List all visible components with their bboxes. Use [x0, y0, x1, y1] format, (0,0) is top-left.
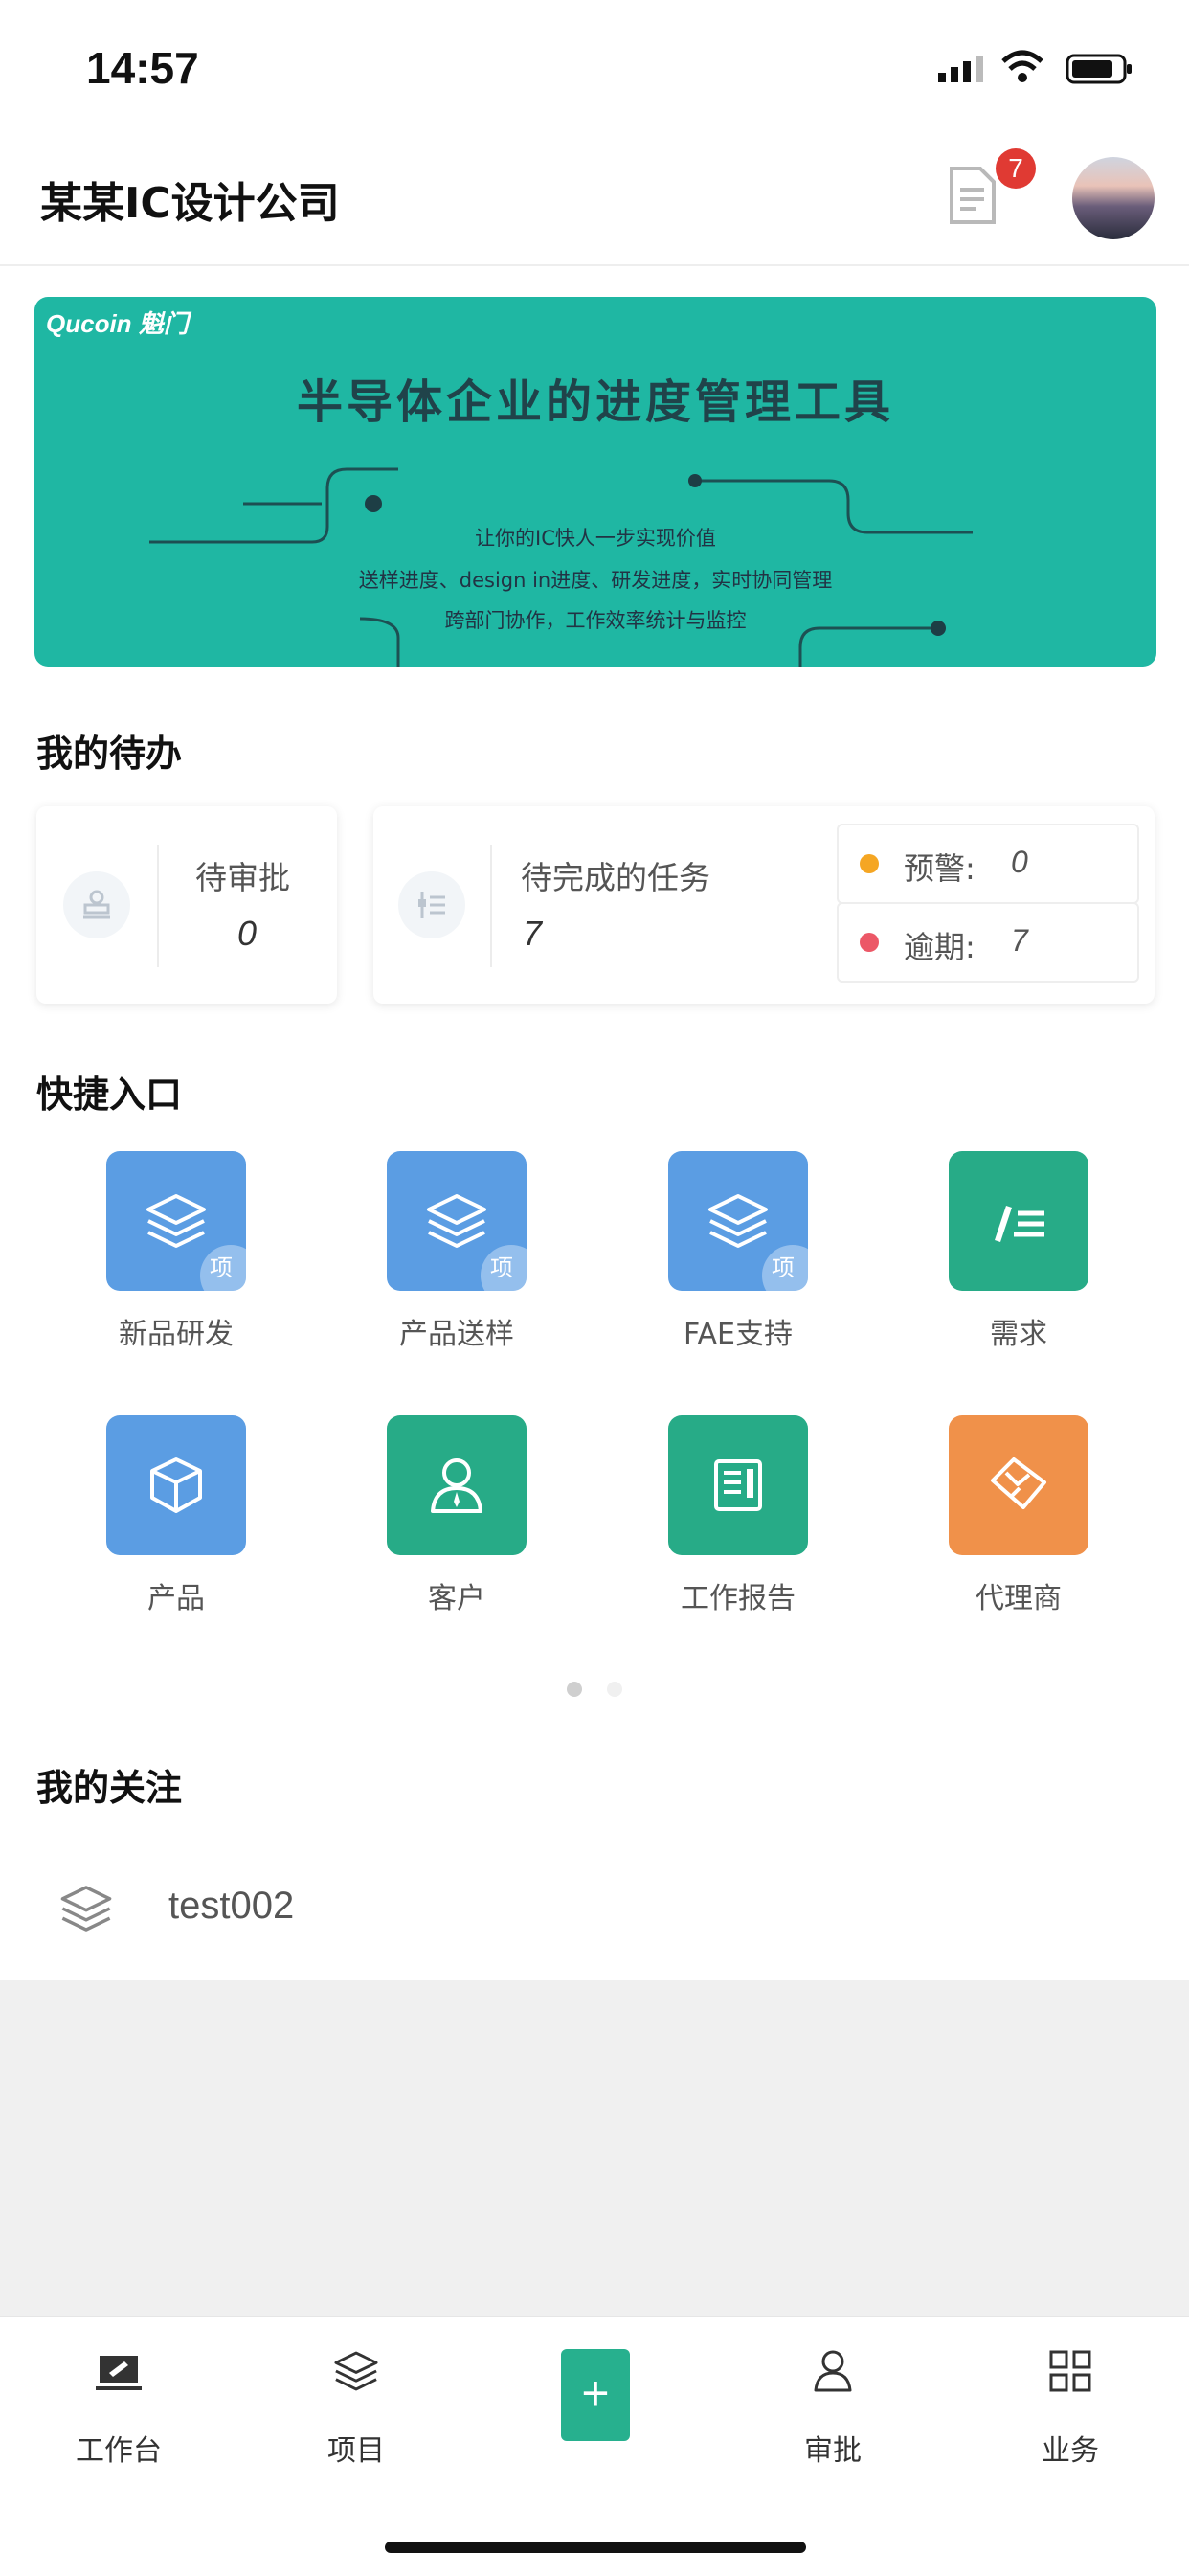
tab-label: 工作台 [76, 2434, 162, 2468]
quick-item-label: 客户 [428, 1582, 485, 1616]
quick-section-title: 快捷入口 [36, 1073, 183, 1116]
document-icon [950, 167, 996, 224]
company-title: 某某IC设计公司 [40, 179, 340, 228]
quick-item-label: 需求 [990, 1318, 1047, 1351]
quick-item-work-report[interactable]: 工作报告 [633, 1415, 843, 1626]
project-tag: 项 [762, 1245, 808, 1291]
edit-list-icon [995, 1206, 1044, 1242]
tasks-label: 待完成的任务 [521, 859, 710, 896]
quick-item-label: FAE支持 [684, 1318, 793, 1351]
overdue-row[interactable]: 逾期: 7 [837, 902, 1139, 983]
empty-area [0, 1980, 1189, 2316]
banner-line-1: 让你的IC快人一步实现价值 [475, 527, 716, 550]
header-divider [0, 264, 1189, 266]
battery-icon [1066, 54, 1132, 84]
quick-item-new-product-rd[interactable]: 项 新品研发 [71, 1151, 281, 1362]
box-icon [150, 1457, 202, 1513]
notification-badge: 7 [996, 148, 1036, 189]
pager-dot-active[interactable] [567, 1682, 582, 1697]
follow-section-title: 我的关注 [36, 1767, 183, 1809]
layers-icon [427, 1194, 486, 1248]
approval-label: 待审批 [195, 859, 290, 896]
quick-item-fae-support[interactable]: 项 FAE支持 [633, 1151, 843, 1362]
quick-item-agents[interactable]: 代理商 [913, 1415, 1124, 1626]
overdue-dot [860, 933, 879, 952]
layers-icon [146, 1194, 206, 1248]
project-tag: 项 [200, 1245, 246, 1291]
stamp-icon [63, 871, 130, 938]
person-icon [814, 2350, 852, 2392]
warning-dot [860, 854, 879, 873]
promo-banner[interactable]: Qucoin 魁门 半导体企业的进度管理工具 让你的IC快人一步实现价值 送样进… [34, 297, 1156, 667]
layers-icon [60, 1886, 112, 1932]
tab-projects[interactable]: 项目 [260, 2337, 452, 2471]
tab-label: 项目 [327, 2434, 385, 2468]
avatar[interactable] [1072, 157, 1155, 239]
quick-item-label: 新品研发 [119, 1318, 234, 1351]
grid-icon [1049, 2350, 1091, 2392]
quick-item-product-sampling[interactable]: 项 产品送样 [351, 1151, 562, 1362]
overdue-label: 逾期: [904, 929, 976, 965]
todo-section-title: 我的待办 [36, 733, 183, 775]
wifi-icon [1001, 50, 1043, 82]
task-list-icon [398, 871, 465, 938]
tab-label: 审批 [804, 2434, 862, 2468]
quick-item-requirements[interactable]: 需求 [913, 1151, 1124, 1362]
quick-item-label: 代理商 [976, 1582, 1062, 1616]
banner-line-2: 送样进度、design in进度、研发进度，实时协同管理 [358, 569, 833, 592]
overdue-count: 7 [1011, 923, 1028, 958]
home-indicator [385, 2542, 806, 2553]
tab-approval[interactable]: 审批 [737, 2337, 929, 2471]
tab-workbench[interactable]: 工作台 [23, 2337, 214, 2471]
warning-row[interactable]: 预警: 0 [837, 824, 1139, 904]
warning-label: 预警: [904, 850, 976, 887]
quick-item-label: 产品送样 [399, 1318, 514, 1351]
quick-item-customers[interactable]: 客户 [351, 1415, 562, 1626]
pending-tasks-card[interactable]: 待完成的任务 7 预警: 0 逾期: 7 [373, 806, 1155, 1004]
follow-item[interactable]: test002 [0, 1865, 1189, 1978]
layers-icon [334, 2351, 378, 2391]
approval-count: 0 [237, 914, 258, 953]
pending-approval-card[interactable]: 待审批 0 [36, 806, 337, 1004]
add-button[interactable]: + [561, 2349, 630, 2441]
person-icon [431, 1458, 482, 1513]
warning-count: 0 [1011, 845, 1028, 879]
layers-icon [708, 1194, 768, 1248]
tab-business[interactable]: 业务 [975, 2337, 1166, 2471]
banner-line-3: 跨部门协作，工作效率统计与监控 [444, 609, 747, 632]
tasks-count: 7 [523, 914, 543, 953]
report-icon [714, 1459, 762, 1511]
notification-button[interactable] [946, 165, 1003, 228]
desk-icon [96, 2356, 142, 2390]
tab-label: 业务 [1042, 2434, 1099, 2468]
signal-icon [938, 56, 983, 82]
pager-dot-inactive[interactable] [607, 1682, 622, 1697]
quick-item-label: 工作报告 [681, 1582, 796, 1616]
handshake-icon [991, 1457, 1046, 1509]
quick-item-products[interactable]: 产品 [71, 1415, 281, 1626]
follow-item-label: test002 [168, 1885, 295, 1927]
status-time: 14:57 [86, 43, 199, 93]
project-tag: 项 [481, 1245, 527, 1291]
quick-item-label: 产品 [147, 1582, 205, 1616]
